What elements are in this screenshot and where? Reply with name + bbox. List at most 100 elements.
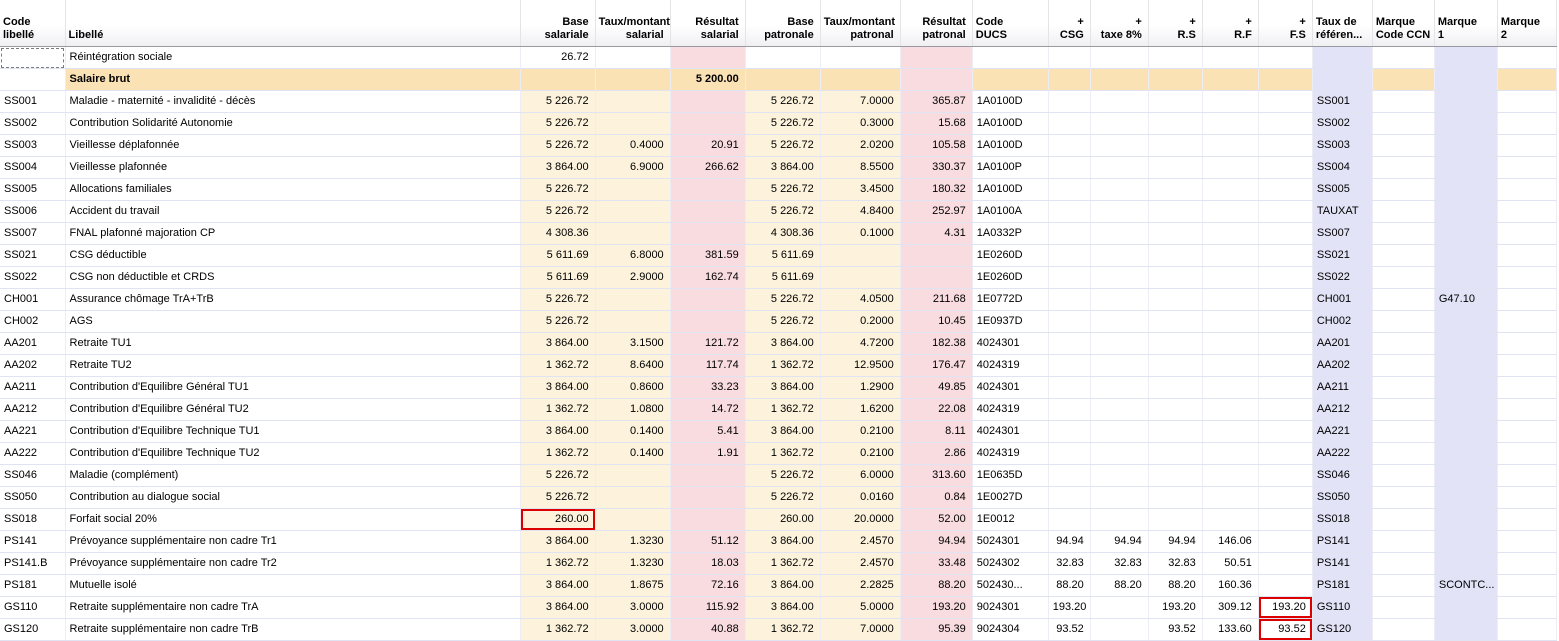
cell-csg[interactable] (1048, 399, 1090, 421)
cell-marque1[interactable] (1434, 223, 1497, 245)
cell-marque1[interactable] (1434, 619, 1497, 641)
cell-libelle[interactable]: Retraite supplémentaire non cadre TrA (65, 597, 520, 619)
cell-base_sal[interactable]: 5 226.72 (520, 113, 595, 135)
cell-taxe8[interactable] (1090, 135, 1148, 157)
cell-csg[interactable] (1048, 223, 1090, 245)
cell-taux_ref[interactable]: SS050 (1312, 487, 1372, 509)
cell-res_pat[interactable]: 8.11 (900, 421, 972, 443)
cell-libelle[interactable]: Assurance chômage TrA+TrB (65, 289, 520, 311)
cell-ducs[interactable]: 1E0260D (972, 267, 1048, 289)
cell-taxe8[interactable] (1090, 333, 1148, 355)
cell-marque1[interactable] (1434, 509, 1497, 531)
cell-csg[interactable] (1048, 311, 1090, 333)
cell-marque_ccn[interactable] (1372, 597, 1434, 619)
cell-res_sal[interactable]: 5.41 (670, 421, 745, 443)
cell-rs[interactable] (1148, 69, 1202, 91)
cell-taxe8[interactable] (1090, 91, 1148, 113)
cell-res_sal[interactable] (670, 289, 745, 311)
cell-taux_ref[interactable]: SS018 (1312, 509, 1372, 531)
cell-marque_ccn[interactable] (1372, 69, 1434, 91)
cell-marque_ccn[interactable] (1372, 157, 1434, 179)
cell-res_sal[interactable] (670, 223, 745, 245)
cell-marque2[interactable] (1497, 91, 1556, 113)
cell-res_sal[interactable]: 121.72 (670, 333, 745, 355)
cell-taux_sal[interactable] (595, 69, 670, 91)
cell-csg[interactable] (1048, 69, 1090, 91)
cell-taux_sal[interactable]: 6.9000 (595, 157, 670, 179)
cell-marque_ccn[interactable] (1372, 509, 1434, 531)
cell-csg[interactable]: 94.94 (1048, 531, 1090, 553)
cell-libelle[interactable]: Vieillesse plafonnée (65, 157, 520, 179)
cell-base_pat[interactable]: 5 226.72 (745, 201, 820, 223)
cell-rf[interactable]: 309.12 (1202, 597, 1258, 619)
cell-fs[interactable] (1258, 509, 1312, 531)
cell-taux_sal[interactable] (595, 311, 670, 333)
cell-taux_ref[interactable]: AA202 (1312, 355, 1372, 377)
cell-taxe8[interactable]: 88.20 (1090, 575, 1148, 597)
cell-libelle[interactable]: FNAL plafonné majoration CP (65, 223, 520, 245)
cell-taux_ref[interactable]: SS002 (1312, 113, 1372, 135)
cell-taux_sal[interactable] (595, 509, 670, 531)
table-row-ss018[interactable]: SS018Forfait social 20%260.00260.0020.00… (0, 509, 1557, 531)
cell-base_sal[interactable]: 5 226.72 (520, 311, 595, 333)
cell-rs[interactable]: 193.20 (1148, 597, 1202, 619)
cell-taux_sal[interactable]: 1.0800 (595, 399, 670, 421)
cell-code[interactable]: SS002 (0, 113, 65, 135)
cell-res_sal[interactable]: 381.59 (670, 245, 745, 267)
table-row-ps181[interactable]: PS181Mutuelle isolé3 864.001.867572.163 … (0, 575, 1557, 597)
cell-marque_ccn[interactable] (1372, 553, 1434, 575)
cell-marque2[interactable] (1497, 421, 1556, 443)
cell-taxe8[interactable] (1090, 245, 1148, 267)
cell-fs[interactable] (1258, 267, 1312, 289)
cell-csg[interactable] (1048, 509, 1090, 531)
cell-marque1[interactable]: SCONTC... (1434, 575, 1497, 597)
cell-rs[interactable] (1148, 465, 1202, 487)
cell-res_sal[interactable]: 115.92 (670, 597, 745, 619)
cell-taux_sal[interactable] (595, 487, 670, 509)
cell-marque1[interactable] (1434, 135, 1497, 157)
cell-rs[interactable] (1148, 355, 1202, 377)
cell-base_pat[interactable] (745, 69, 820, 91)
cell-taux_ref[interactable]: GS110 (1312, 597, 1372, 619)
cell-base_pat[interactable]: 5 226.72 (745, 91, 820, 113)
cell-base_sal[interactable]: 3 864.00 (520, 575, 595, 597)
cell-code[interactable]: AA212 (0, 399, 65, 421)
cell-code[interactable]: PS141.B (0, 553, 65, 575)
cell-taux_ref[interactable]: SS007 (1312, 223, 1372, 245)
cell-taux_pat[interactable]: 7.0000 (820, 91, 900, 113)
cell-csg[interactable] (1048, 245, 1090, 267)
cell-libelle[interactable]: Réintégration sociale (65, 47, 520, 69)
cell-rs[interactable] (1148, 157, 1202, 179)
cell-marque_ccn[interactable] (1372, 47, 1434, 69)
cell-base_pat[interactable] (745, 47, 820, 69)
cell-taux_sal[interactable] (595, 289, 670, 311)
cell-rf[interactable] (1202, 355, 1258, 377)
cell-rs[interactable] (1148, 113, 1202, 135)
cell-csg[interactable] (1048, 487, 1090, 509)
cell-taxe8[interactable]: 94.94 (1090, 531, 1148, 553)
cell-marque2[interactable] (1497, 399, 1556, 421)
table-row-ss007[interactable]: SS007 FNAL plafonné majoration CP 4 308.36… (0, 223, 1557, 245)
cell-taux_ref[interactable]: SS022 (1312, 267, 1372, 289)
cell-taux_sal[interactable] (595, 113, 670, 135)
table-row-ss003[interactable]: SS003Vieillesse déplafonnée5 226.720.400… (0, 135, 1557, 157)
cell-marque2[interactable] (1497, 377, 1556, 399)
cell-rf[interactable]: 146.06 (1202, 531, 1258, 553)
cell-ducs[interactable]: 5024301 (972, 531, 1048, 553)
cell-marque_ccn[interactable] (1372, 179, 1434, 201)
cell-rs[interactable] (1148, 245, 1202, 267)
cell-marque2[interactable] (1497, 179, 1556, 201)
cell-res_pat[interactable]: 182.38 (900, 333, 972, 355)
cell-code[interactable]: SS006 (0, 201, 65, 223)
table-row-ss005[interactable]: SS005Allocations familiales5 226.725 226… (0, 179, 1557, 201)
cell-base_pat[interactable]: 4 308.36 (745, 223, 820, 245)
cell-taux_ref[interactable]: CH002 (1312, 311, 1372, 333)
cell-rs[interactable] (1148, 135, 1202, 157)
cell-taxe8[interactable] (1090, 201, 1148, 223)
cell-base_pat[interactable]: 3 864.00 (745, 531, 820, 553)
cell-taux_sal[interactable]: 0.4000 (595, 135, 670, 157)
cell-libelle[interactable]: Contribution d'Equilibre Général TU2 (65, 399, 520, 421)
cell-base_sal[interactable]: 1 362.72 (520, 619, 595, 641)
cell-taux_pat[interactable]: 8.5500 (820, 157, 900, 179)
cell-libelle[interactable]: Contribution d'Equilibre Général TU1 (65, 377, 520, 399)
